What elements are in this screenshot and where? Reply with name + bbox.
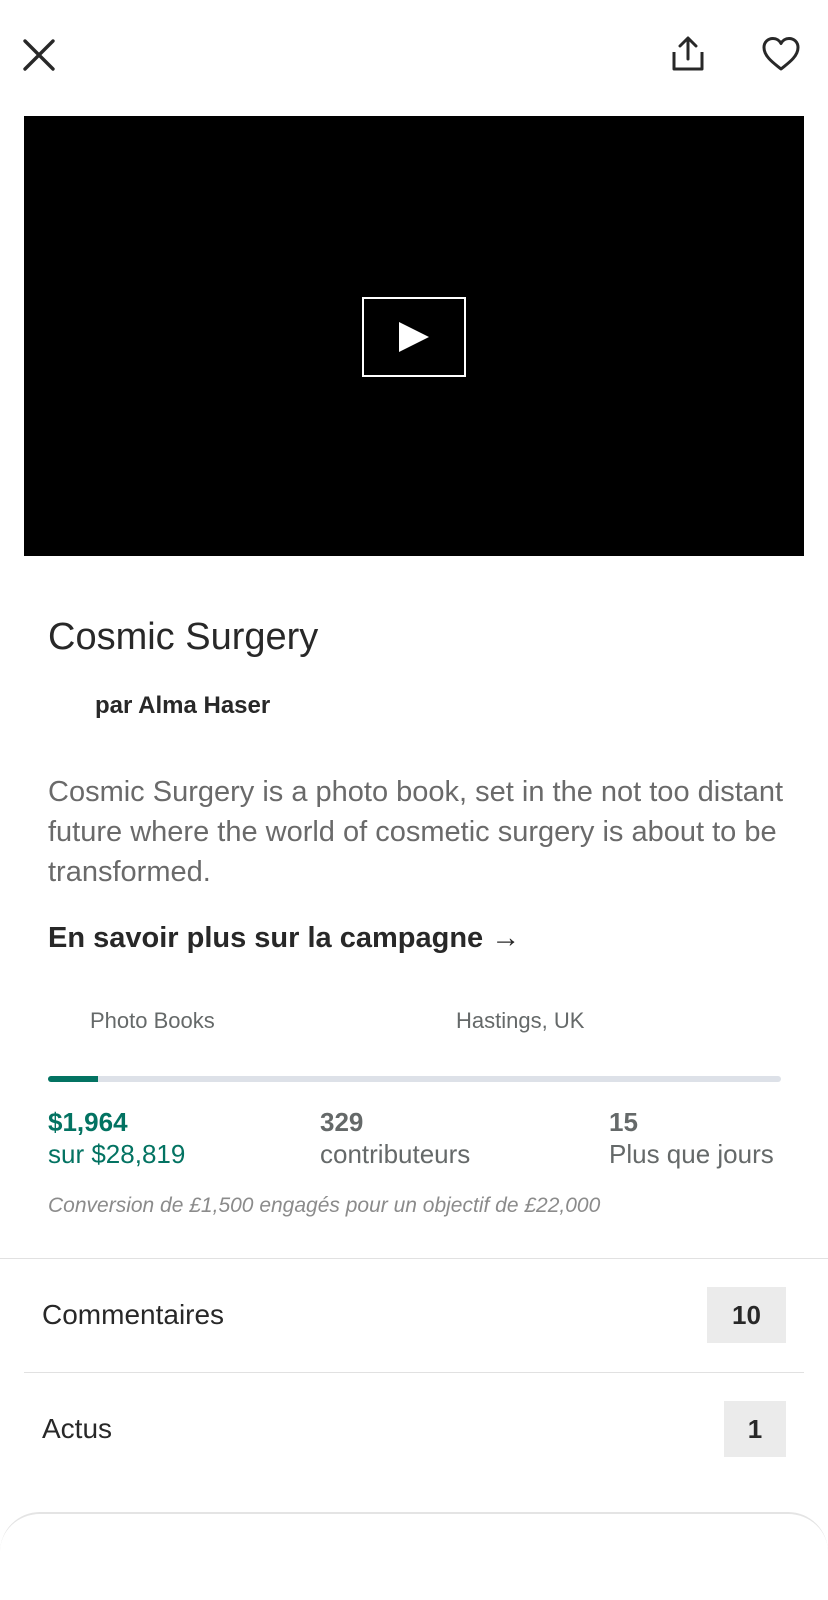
comments-label: Commentaires	[42, 1299, 225, 1330]
backers-stat: 329 contributeurs	[320, 1106, 470, 1170]
category-tag[interactable]: Photo Books	[90, 1008, 215, 1034]
close-button[interactable]	[14, 30, 64, 80]
learn-more-link[interactable]: En savoir plus sur la campagne →	[48, 922, 520, 955]
backers-label: contributeurs	[320, 1139, 471, 1169]
favorite-button[interactable]	[755, 28, 807, 80]
days-stat: 15 Plus que jours	[609, 1106, 774, 1170]
bottom-sheet[interactable]	[0, 1512, 828, 1600]
updates-count-badge: 1	[724, 1401, 786, 1457]
comments-row[interactable]: Commentaires 10	[0, 1259, 828, 1373]
share-icon	[672, 36, 704, 71]
currency-conversion-note: Conversion de £1,500 engagés pour un obj…	[48, 1194, 601, 1217]
close-icon	[23, 39, 55, 71]
backers-count: 329	[320, 1107, 364, 1137]
creator-byline[interactable]: par Alma Haser	[95, 692, 270, 720]
project-title: Cosmic Surgery	[48, 616, 319, 658]
location-tag[interactable]: Hastings, UK	[456, 1008, 584, 1034]
project-description: Cosmic Surgery is a photo book, set in t…	[48, 776, 784, 888]
pledged-stat: $1,964 sur $28,819	[48, 1106, 185, 1170]
play-icon	[399, 322, 429, 352]
days-label: Plus que jours	[609, 1139, 774, 1169]
funding-progress-bar	[48, 1076, 781, 1082]
project-video[interactable]	[24, 116, 804, 556]
days-count: 15	[609, 1107, 638, 1137]
comments-count-badge: 10	[707, 1287, 786, 1343]
pledged-amount: $1,964	[48, 1107, 128, 1137]
heart-icon	[762, 37, 800, 71]
share-button[interactable]	[663, 28, 713, 80]
goal-amount: sur $28,819	[48, 1139, 186, 1169]
updates-label: Actus	[42, 1413, 113, 1444]
top-bar	[0, 0, 828, 110]
play-button[interactable]	[362, 297, 466, 377]
funding-progress-fill	[48, 1076, 98, 1082]
updates-row[interactable]: Actus 1	[0, 1373, 828, 1487]
